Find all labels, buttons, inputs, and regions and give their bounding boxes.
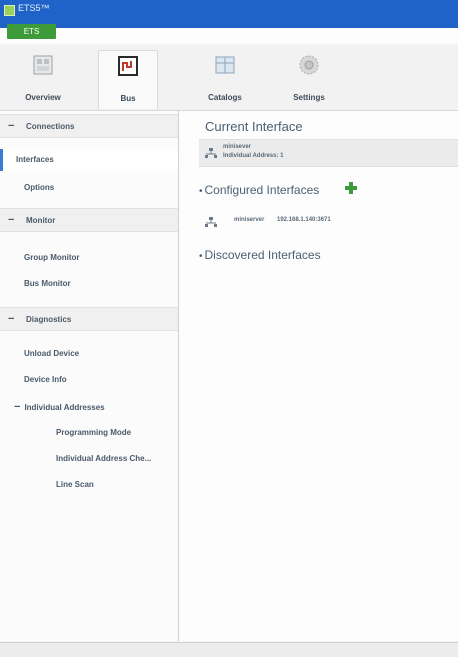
ribbon-tab-overview[interactable]: Overview — [14, 50, 72, 106]
collapse-icon[interactable]: − — [0, 308, 26, 330]
configured-interface-ip: 192.168.1.140:3671 — [277, 217, 331, 223]
section-title-text: Configured Interfaces — [204, 183, 320, 197]
nav-item-individual-addresses[interactable]: − Individual Addresses — [0, 396, 178, 418]
network-icon — [205, 217, 217, 227]
nav-item-interfaces[interactable]: Interfaces — [0, 149, 178, 171]
configured-interface-name: miniserver — [234, 217, 265, 223]
nav-item-options[interactable]: Options — [0, 177, 178, 199]
nav-item-unload-device[interactable]: Unload Device — [0, 343, 178, 365]
app-logo-icon — [4, 5, 15, 16]
ribbon-tab-label: Bus — [120, 94, 136, 103]
window-title: ETS5™ — [18, 3, 50, 13]
ribbon: Overview Bus Catalogs Settings — [0, 44, 458, 111]
title-bar: ETS5™ — [0, 0, 458, 28]
section-title-text: Discovered Interfaces — [204, 248, 321, 262]
nav-item-line-scan[interactable]: Line Scan — [0, 474, 178, 496]
nav-item-programming-mode[interactable]: Programming Mode — [0, 422, 178, 444]
network-icon — [205, 148, 217, 158]
nav-item-individual-address-check[interactable]: Individual Address Che... — [0, 448, 178, 470]
nav-item-device-info[interactable]: Device Info — [0, 369, 178, 391]
configured-interfaces-title: • Configured Interfaces — [199, 183, 319, 197]
ribbon-tab-label: Settings — [293, 93, 325, 102]
collapse-icon[interactable]: − — [0, 209, 26, 231]
nav-item-bus-monitor[interactable]: Bus Monitor — [0, 273, 178, 295]
section-connections[interactable]: − Connections — [0, 114, 178, 138]
bullet: • — [199, 251, 203, 262]
ribbon-tab-catalogs[interactable]: Catalogs — [196, 50, 254, 106]
current-interface-address: Individual Address: 1 — [223, 153, 284, 159]
collapse-icon[interactable]: − — [14, 401, 20, 413]
main-panel: Current Interface minisever Individual A… — [179, 111, 458, 641]
add-interface-icon[interactable] — [345, 182, 357, 194]
catalogs-icon — [215, 56, 235, 74]
ets-badge[interactable]: ETS — [7, 24, 56, 39]
settings-icon — [299, 55, 319, 75]
nav-item-label: Individual Addresses — [24, 403, 105, 412]
ribbon-tab-settings[interactable]: Settings — [280, 50, 338, 106]
ribbon-tab-label: Catalogs — [208, 93, 242, 102]
section-label: Connections — [26, 122, 75, 131]
current-interface-name: minisever — [223, 144, 252, 150]
nav-item-group-monitor[interactable]: Group Monitor — [0, 247, 178, 269]
discovered-interfaces-title: • Discovered Interfaces — [199, 248, 321, 262]
status-bar — [0, 642, 458, 657]
left-navigation: − Connections Interfaces Options − Monitor… — [0, 111, 179, 641]
section-monitor[interactable]: − Monitor — [0, 208, 178, 232]
overview-icon — [33, 55, 53, 75]
menu-strip — [0, 28, 458, 44]
section-label: Diagnostics — [26, 315, 72, 324]
bus-icon — [118, 56, 138, 76]
bullet: • — [199, 186, 203, 197]
ribbon-tab-label: Overview — [25, 93, 61, 102]
section-diagnostics[interactable]: − Diagnostics — [0, 307, 178, 331]
section-label: Monitor — [26, 216, 56, 225]
current-interface-box[interactable]: minisever Individual Address: 1 — [199, 139, 458, 167]
current-interface-title: Current Interface — [205, 119, 303, 134]
collapse-icon[interactable]: − — [0, 115, 26, 137]
ribbon-tab-bus[interactable]: Bus — [98, 50, 158, 109]
